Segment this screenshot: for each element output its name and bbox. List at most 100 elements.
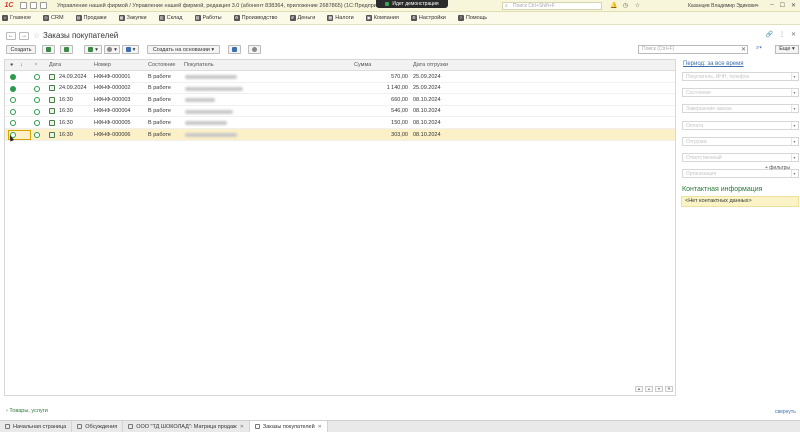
crm-icon: ◎ — [43, 15, 50, 21]
col-ship-date[interactable]: Дата отгрузки — [413, 62, 448, 68]
filter-field-0[interactable]: Покупатель, ИНН, телефон ▾ — [682, 72, 799, 81]
table-row[interactable]: 16:30 НФНФ-000004 В работе 546,00 08.10.2024 — [5, 106, 675, 118]
user-name[interactable]: Казанцев Владимир Эдикович — [688, 3, 758, 9]
scroll-top-button[interactable]: ▲ — [635, 386, 643, 392]
filter-field-4[interactable]: Отгрузка ▾ — [682, 136, 799, 146]
dropdown-icon[interactable]: ▾ — [791, 105, 797, 113]
col-sum[interactable]: Сумма — [354, 62, 371, 68]
close-tab-icon[interactable]: ✕ — [240, 424, 244, 430]
close-form-icon[interactable]: ✕ — [791, 31, 796, 38]
search-button[interactable]: ⌕▾ — [754, 45, 764, 54]
window-tab-icon — [254, 424, 260, 429]
filter-field-3[interactable]: Оплата ▾ — [682, 120, 799, 130]
paid-status-icon — [10, 74, 16, 80]
collapse-link[interactable]: свернуть — [775, 409, 796, 415]
structure-button[interactable]: ▾ — [84, 45, 102, 54]
scroll-up-button[interactable]: ▴ — [645, 386, 653, 392]
menu-item-8[interactable]: ▩ Налоги — [327, 15, 354, 21]
col-number[interactable]: Номер — [94, 62, 111, 68]
menu-icon[interactable] — [20, 2, 27, 9]
table-row[interactable]: 16:30 НФНФ-000006 В работе 303,00 08.10.2024 — [5, 129, 675, 141]
cell-customer-blurred — [185, 133, 237, 137]
dropdown-icon[interactable]: ▾ — [791, 121, 797, 129]
filter-icon — [107, 47, 113, 52]
copy-button[interactable] — [42, 45, 55, 54]
scroll-bottom-button[interactable]: ▼ — [665, 386, 673, 392]
dropdown-icon[interactable]: ▾ — [791, 89, 797, 97]
sort-icon[interactable]: ↓ — [20, 62, 23, 68]
contact-info-box: <Нет контактных данных> — [681, 196, 799, 207]
menu-item-6[interactable]: ⚙ Производство — [233, 15, 278, 21]
favorites-icon[interactable] — [40, 2, 47, 9]
menu-item-1[interactable]: ◎ CRM — [43, 15, 64, 21]
window-tab-2[interactable]: ООО "ТД ШОКОЛАД": Матрица продаж ✕ — [123, 420, 250, 432]
table-header: ● ↓ ◔ Дата Номер Состояние Покупатель Су… — [5, 60, 675, 71]
menu-item-11[interactable]: ? Помощь — [457, 15, 487, 21]
create-based-on-button[interactable]: Создать на основании ▾ — [147, 45, 220, 54]
table-row[interactable]: 24.09.2024 НФНФ-000002 В работе 1 140,00 25.… — [5, 83, 675, 95]
dropdown-icon[interactable]: ▾ — [791, 73, 797, 80]
window-tab-3[interactable]: Заказы покупателей ✕ — [249, 420, 328, 432]
menu-item-5[interactable]: ▧ Работы — [194, 15, 222, 21]
menu-item-3[interactable]: ▦ Закупки — [118, 15, 147, 21]
cell-customer-blurred — [185, 109, 233, 114]
window-tab-0[interactable]: Начальная страница — [0, 420, 73, 432]
shipment-status-icon — [34, 120, 40, 127]
unpaid-status-icon — [10, 97, 16, 104]
forward-button[interactable]: → — [19, 32, 29, 40]
filter-button[interactable]: ▾ — [104, 45, 120, 54]
create-button[interactable]: Создать — [6, 45, 36, 54]
dropdown-icon[interactable]: ▾ — [791, 170, 797, 178]
cell-state: В работе — [148, 119, 171, 126]
home-icon: ⌂ — [2, 15, 8, 21]
history-clock-icon[interactable]: ◷ — [622, 3, 629, 10]
post-button[interactable] — [60, 45, 73, 54]
dropdown-icon[interactable]: ▾ — [791, 137, 797, 145]
dropdown-icon[interactable]: ▾ — [791, 154, 797, 161]
col-date[interactable]: Дата — [49, 62, 61, 68]
window-tab-1[interactable]: Обсуждения — [72, 420, 124, 432]
more-filters-link[interactable]: + фильтры — [765, 165, 790, 171]
menu-item-2[interactable]: ▤ Продажи — [75, 15, 107, 21]
table-row[interactable]: 16:30 НФНФ-000005 В работе 150,00 08.10.2024 — [5, 117, 675, 129]
table-row[interactable]: 16:30 НФНФ-000003 В работе 660,00 08.10.2024 — [5, 94, 675, 106]
minimize-icon[interactable]: – — [770, 2, 773, 9]
more-button[interactable]: Еще ▾ — [775, 45, 799, 54]
close-icon[interactable]: ✕ — [791, 2, 796, 9]
settings-icon: ⚙ — [410, 15, 417, 21]
col-customer[interactable]: Покупатель — [184, 62, 214, 68]
close-tab-icon[interactable]: ✕ — [318, 424, 322, 430]
document-icon — [49, 85, 55, 92]
print-button[interactable]: ▾ — [122, 45, 139, 54]
report-button[interactable] — [228, 45, 241, 54]
clear-search-icon[interactable]: ✕ — [741, 46, 746, 53]
cell-number: НФНФ-000006 — [94, 131, 131, 138]
col-state[interactable]: Состояние — [148, 62, 175, 68]
period-link[interactable]: Период: за все время — [683, 61, 744, 67]
filter-field-5[interactable]: Ответственный ▾ — [682, 153, 799, 162]
company-icon: ▣ — [365, 15, 372, 21]
notifications-icon[interactable]: 🔔 — [610, 3, 617, 10]
link-icon[interactable]: 🔗 — [765, 31, 772, 38]
back-button[interactable]: ← — [6, 32, 16, 40]
maximize-icon[interactable]: ☐ — [780, 2, 785, 9]
global-search-input[interactable]: ⌕ Поиск Ctrl+Shift+F — [502, 2, 602, 10]
filter-field-1[interactable]: Состояние ▾ — [682, 88, 799, 98]
favorite-star-icon[interactable]: ☆ — [33, 31, 40, 40]
list-search-input[interactable]: Поиск (Ctrl+F) — [638, 45, 748, 54]
menu-item-0[interactable]: ⌂ Главное — [2, 15, 31, 21]
menu-item-10[interactable]: ⚙ Настройки — [410, 15, 446, 21]
history-icon[interactable] — [30, 2, 37, 9]
menu-item-4[interactable]: ▥ Склад — [158, 15, 183, 21]
table-row[interactable]: 24.09.2024 НФНФ-000001 В работе 570,00 25.09… — [5, 71, 675, 83]
menu-item-9[interactable]: ▣ Компания — [365, 15, 399, 21]
cell-date: 16:30 — [59, 108, 73, 115]
page-title: Заказы покупателей — [43, 31, 119, 40]
menu-item-7[interactable]: ₽ Деньги — [289, 15, 315, 21]
scroll-down-button[interactable]: ▾ — [655, 386, 663, 392]
filter-field-2[interactable]: Завершение заказа ▾ — [682, 104, 799, 114]
star-icon[interactable]: ☆ — [634, 3, 641, 10]
goods-services-link[interactable]: › Товары, услуги — [6, 408, 48, 414]
more-menu-icon[interactable]: ⋮ — [779, 31, 785, 38]
settings-button[interactable] — [248, 45, 261, 54]
